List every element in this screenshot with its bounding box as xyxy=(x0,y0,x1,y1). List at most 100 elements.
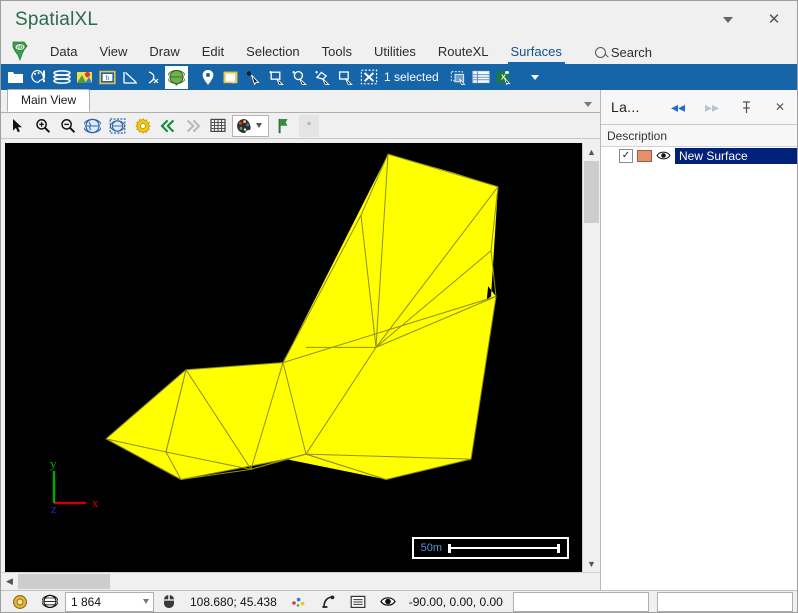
select-point-button[interactable] xyxy=(242,66,265,89)
snap-settings-button[interactable] xyxy=(283,592,313,612)
menu-item-routexl[interactable]: RouteXL xyxy=(427,40,500,64)
double-arrow-right-icon: ▸▸ xyxy=(704,98,720,115)
style-palette-button[interactable] xyxy=(27,66,50,89)
title-bar: SpatialXL ✕ xyxy=(1,1,797,38)
chevron-down-icon[interactable] xyxy=(584,102,592,107)
grid-icon xyxy=(209,118,226,132)
angle-unit-icon xyxy=(322,595,335,608)
zoom-selection-button[interactable] xyxy=(105,115,130,137)
select-circle-button[interactable] xyxy=(288,66,311,89)
scroll-down-button[interactable]: ▼ xyxy=(583,555,600,572)
view-settings-button[interactable] xyxy=(130,115,155,137)
svg-text:b: b xyxy=(106,73,110,82)
select-polygon-button[interactable] xyxy=(311,66,334,89)
zoom-in-button[interactable] xyxy=(30,115,55,137)
toolbar-overflow-button[interactable] xyxy=(524,66,547,89)
clear-selection-button[interactable] xyxy=(357,66,380,89)
menu-bar: AB Data View Draw Edit Selection Tools U… xyxy=(1,38,797,64)
place-marker-button[interactable] xyxy=(196,66,219,89)
scale-bar: 50m xyxy=(411,537,569,559)
rewind-icon xyxy=(160,119,174,132)
tab-main-view[interactable]: Main View xyxy=(7,89,91,112)
viewport-vertical-scrollbar[interactable]: ▲ ▼ xyxy=(582,143,600,572)
angle-unit-button[interactable] xyxy=(313,592,343,612)
vertical-scroll-thumb[interactable] xyxy=(584,161,599,223)
forward-button[interactable] xyxy=(180,115,205,137)
panel-close-button[interactable]: ✕ xyxy=(763,90,797,124)
eye-icon[interactable] xyxy=(656,150,671,161)
view-toolbar-more-button[interactable]: * xyxy=(299,114,319,137)
3d-viewport[interactable]: x y z 50m xyxy=(5,143,582,572)
coordinate-lock-button[interactable] xyxy=(5,592,35,612)
panel-pin-button[interactable] xyxy=(729,90,763,124)
mouse-icon xyxy=(164,595,174,608)
minimize-button[interactable] xyxy=(705,1,751,38)
menu-item-view[interactable]: View xyxy=(88,40,138,64)
coordinates-readout: 108.680; 45.438 xyxy=(190,594,277,609)
layer-color-swatch[interactable] xyxy=(637,149,652,162)
select-rectangle-button[interactable] xyxy=(265,66,288,89)
zoom-extents-button[interactable] xyxy=(80,115,105,137)
status-field-1[interactable] xyxy=(512,591,649,612)
projection-button[interactable] xyxy=(35,592,65,612)
pointer-select-button[interactable] xyxy=(5,115,30,137)
scale-bar-line xyxy=(448,543,560,553)
close-button[interactable]: ✕ xyxy=(751,1,797,38)
panel-next-button[interactable]: ▸▸ xyxy=(695,90,729,124)
bookmark-flag-icon xyxy=(278,118,288,133)
selection-status-label: 1 selected xyxy=(384,70,439,84)
search-label: Search xyxy=(610,44,653,60)
rewind-button[interactable] xyxy=(155,115,180,137)
layers-list[interactable]: ✓ New Surface xyxy=(601,147,797,590)
svg-text:x: x xyxy=(92,495,99,510)
export-excel-icon: X xyxy=(497,70,511,85)
status-field-2[interactable] xyxy=(656,591,794,612)
menu-items: Data View Draw Edit Selection Tools Util… xyxy=(39,38,573,64)
layer-name-label[interactable]: New Surface xyxy=(675,147,797,164)
raster-image-button[interactable]: b xyxy=(96,66,119,89)
attribute-table-button[interactable] xyxy=(470,66,493,89)
scroll-left-button[interactable]: ◀ xyxy=(1,573,18,590)
menu-item-tools[interactable]: Tools xyxy=(311,40,363,64)
select-by-attribute-button[interactable] xyxy=(447,66,470,89)
zoom-out-button[interactable] xyxy=(55,115,80,137)
snap-node-button[interactable] xyxy=(142,66,165,89)
globe-icon xyxy=(42,594,58,609)
layers-panel: La... ◂◂ ▸▸ ✕ Description ✓ New Surface xyxy=(600,90,797,590)
menu-item-data[interactable]: Data xyxy=(39,40,88,64)
view-settings-gear-icon xyxy=(134,117,150,134)
menu-item-draw[interactable]: Draw xyxy=(138,40,190,64)
window-controls: ✕ xyxy=(705,1,797,38)
layers-panel-tools: ◂◂ ▸▸ ✕ xyxy=(661,90,797,124)
grid-button[interactable] xyxy=(205,115,230,137)
viewport-horizontal-scrollbar[interactable]: ◀ xyxy=(1,572,600,590)
horizontal-scroll-thumb[interactable] xyxy=(18,574,110,589)
axis-gizmo: x y z xyxy=(50,456,99,513)
layers-icon xyxy=(52,70,71,84)
select-by-attribute-icon xyxy=(450,70,466,85)
menu-item-selection[interactable]: Selection xyxy=(235,40,310,64)
app-logo[interactable]: AB xyxy=(1,38,39,64)
svg-text:AB: AB xyxy=(17,45,23,50)
layer-visibility-checkbox[interactable]: ✓ xyxy=(619,148,633,163)
search-button[interactable]: Search xyxy=(594,40,653,64)
basemap-button[interactable] xyxy=(73,66,96,89)
menu-item-surfaces[interactable]: Surfaces xyxy=(500,40,573,64)
view-area: Main View * x y z 50m ▲ ▼ ◀ xyxy=(1,89,600,590)
table-view-button[interactable] xyxy=(343,592,373,612)
annotation-note-button[interactable] xyxy=(219,66,242,89)
menu-item-utilities[interactable]: Utilities xyxy=(363,40,427,64)
select-box-remove-button[interactable] xyxy=(334,66,357,89)
list-item[interactable]: ✓ New Surface xyxy=(601,147,797,164)
color-palette-dropdown[interactable] xyxy=(232,114,269,137)
bookmark-button[interactable] xyxy=(271,115,296,137)
globe-3d-button[interactable] xyxy=(165,65,188,89)
open-folder-button[interactable] xyxy=(4,66,27,89)
scale-dropdown[interactable]: 1 864 xyxy=(65,591,154,612)
scroll-up-button[interactable]: ▲ xyxy=(583,143,600,160)
measure-angle-button[interactable] xyxy=(119,66,142,89)
layers-button[interactable] xyxy=(50,66,73,89)
panel-prev-button[interactable]: ◂◂ xyxy=(661,90,695,124)
menu-item-edit[interactable]: Edit xyxy=(191,40,235,64)
export-excel-button[interactable]: X xyxy=(493,66,516,89)
